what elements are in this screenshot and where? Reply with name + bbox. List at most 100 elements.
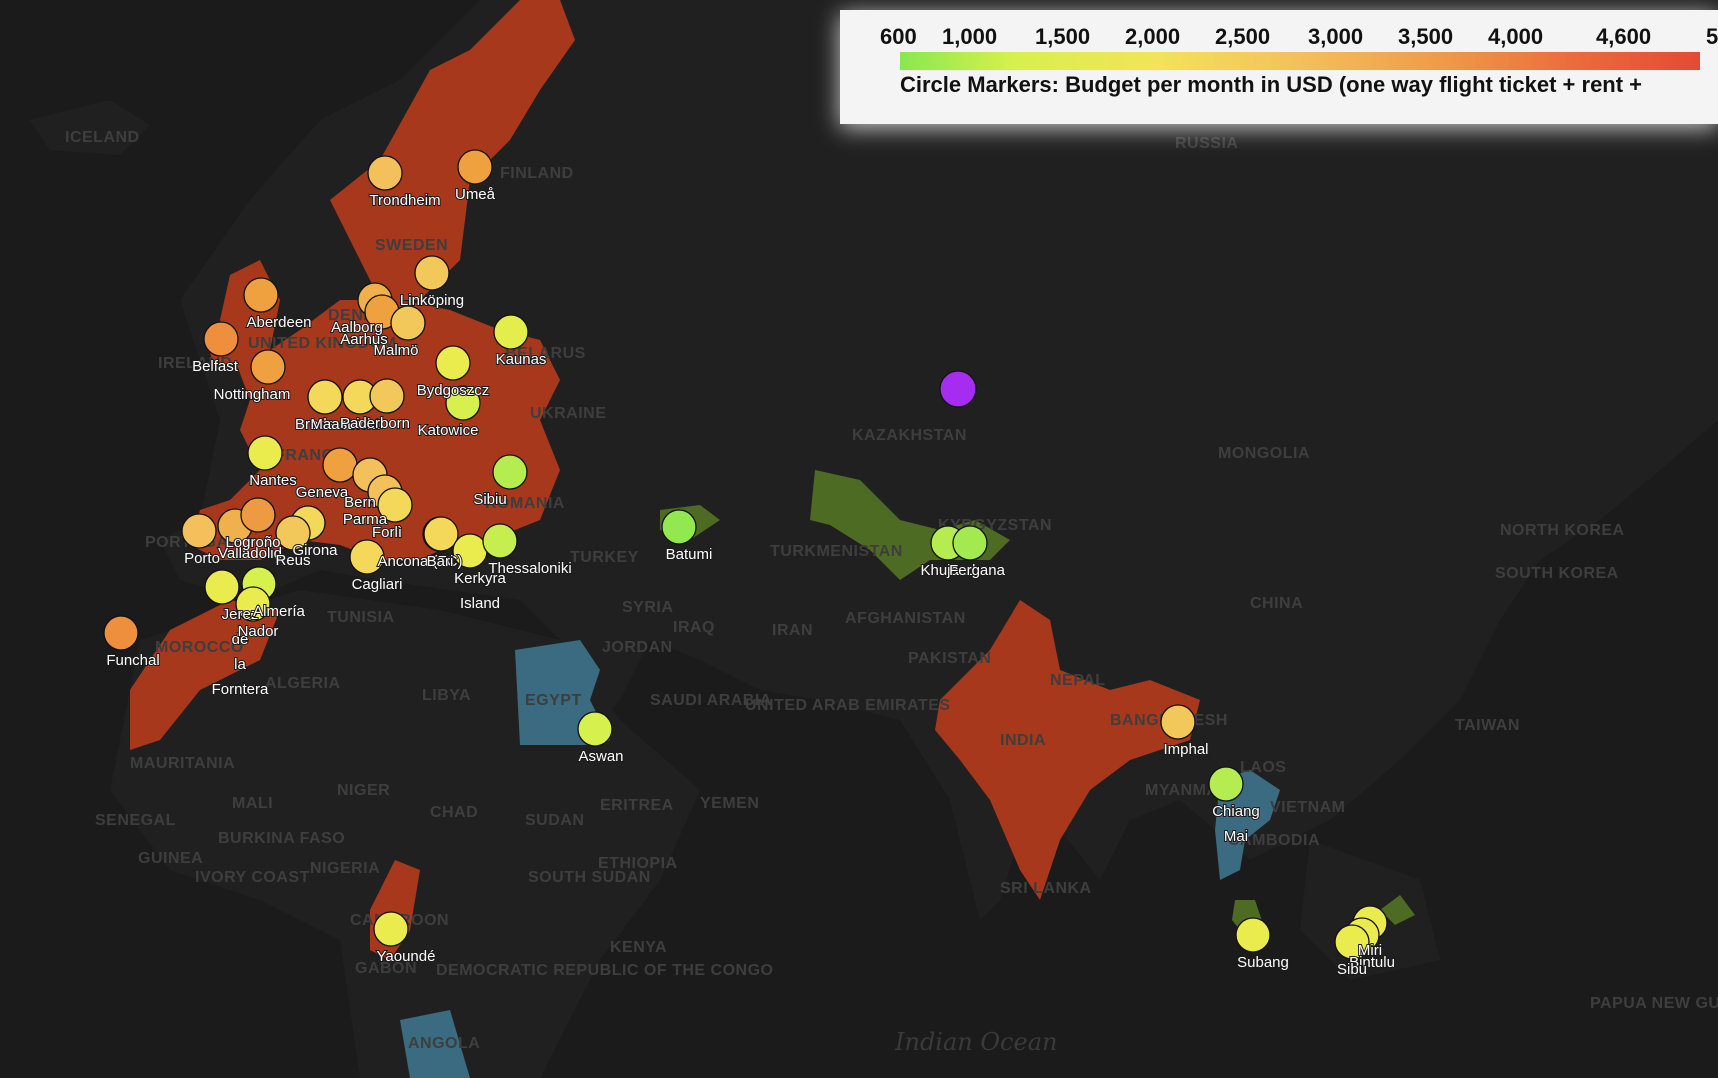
city-marker[interactable] [390, 305, 426, 341]
country-label: SRI LANKA [1000, 880, 1092, 897]
country-label: PAKISTAN [908, 650, 991, 667]
city-label: Geneva [296, 484, 349, 501]
city-marker[interactable] [181, 513, 217, 549]
country-label: CHAD [430, 804, 478, 821]
city-marker[interactable] [243, 277, 279, 313]
country-label: INDIA [1000, 732, 1046, 749]
city-marker[interactable] [482, 523, 518, 559]
city-marker[interactable] [322, 447, 358, 483]
city-label: Aswan [578, 748, 623, 765]
city-marker[interactable] [247, 435, 283, 471]
city-marker[interactable] [307, 379, 343, 415]
city-label: Paderborn [340, 415, 410, 432]
city-marker[interactable] [103, 615, 139, 651]
city-label: Yaoundé [377, 948, 436, 965]
city-label: Porto [184, 550, 220, 567]
legend-color-bar [900, 52, 1700, 70]
country-label: MONGOLIA [1218, 445, 1310, 462]
city-label: Subang [1237, 954, 1289, 971]
city-marker[interactable] [493, 314, 529, 350]
city-label: Forlì [372, 524, 402, 541]
city-marker[interactable] [1208, 766, 1244, 802]
country-label: AFGHANISTAN [845, 610, 966, 627]
city-marker[interactable] [435, 345, 471, 381]
city-marker[interactable] [661, 509, 697, 545]
city-label: Nottingham [214, 386, 291, 403]
country-label: KAZAKHSTAN [852, 427, 967, 444]
country-label: IRAQ [673, 619, 715, 636]
country-label: NEPAL [1050, 672, 1106, 689]
city-label: Nador [238, 623, 279, 640]
country-label: BURKINA FASO [218, 830, 345, 847]
country-label: TAIWAN [1455, 717, 1520, 734]
city-marker[interactable] [952, 525, 988, 561]
country-label: SOUTH KOREA [1495, 565, 1619, 582]
city-label: Thessaloniki [488, 560, 571, 577]
legend-tick: 4,000 [1488, 24, 1544, 49]
country-label: VIETNAM [1270, 799, 1346, 816]
city-marker[interactable] [369, 378, 405, 414]
city-marker[interactable] [577, 711, 613, 747]
country-label: JORDAN [602, 639, 673, 656]
country-label: UNITED ARAB EMIRATES [745, 697, 951, 714]
world-map[interactable]: ICELAND FINLAND SWEDEN DENMARK IRELAND U… [0, 0, 1718, 1078]
legend-tick: 3,500 [1398, 24, 1454, 49]
country-label: SUDAN [525, 812, 584, 829]
city-marker[interactable] [250, 349, 286, 385]
city-label: Cagliari [352, 576, 403, 593]
city-marker[interactable] [457, 149, 493, 185]
city-marker[interactable] [204, 569, 240, 605]
city-marker[interactable] [492, 454, 528, 490]
city-label: Umeå [455, 186, 496, 203]
country-label: RUSSIA [1175, 135, 1238, 152]
country-label: SYRIA [622, 599, 673, 616]
country-label: SENEGAL [95, 812, 176, 829]
sea-label: Indian Ocean [894, 1028, 1057, 1056]
city-label: Linköping [400, 292, 464, 309]
city-marker[interactable] [1160, 704, 1196, 740]
city-label: Reus [275, 552, 310, 569]
country-label: NIGER [337, 782, 390, 799]
country-label: TURKEY [570, 549, 639, 566]
country-label: LAOS [1240, 759, 1286, 776]
city-marker[interactable] [367, 155, 403, 191]
country-label: UKRAINE [530, 405, 606, 422]
country-label: YEMEN [700, 795, 759, 812]
legend-tick: 2,500 [1215, 24, 1271, 49]
country-label: ALGERIA [265, 675, 341, 692]
country-label: ETHIOPIA [598, 855, 678, 872]
city-label: Trondheim [369, 192, 440, 209]
legend-tick: 1,500 [1035, 24, 1091, 49]
legend-title: Circle Markers: Budget per month in USD … [900, 72, 1643, 97]
legend-tick: 4,600 [1596, 24, 1652, 49]
purple-marker[interactable] [939, 370, 977, 408]
city-marker[interactable] [423, 516, 459, 552]
country-label: TUNISIA [327, 609, 395, 626]
legend-panel: 600 1,000 1,500 2,000 2,500 3,000 3,500 … [840, 10, 1718, 124]
country-label: DEMOCRATIC REPUBLIC OF THE CONGO [436, 962, 773, 979]
city-marker[interactable] [1235, 917, 1271, 953]
city-label: Nantes [249, 472, 297, 489]
country-label: SWEDEN [375, 237, 448, 254]
city-marker[interactable] [414, 255, 450, 291]
country-label: FINLAND [500, 165, 574, 182]
country-label: ERITREA [600, 797, 674, 814]
legend-tick: 3,000 [1308, 24, 1364, 49]
legend-tick: 1,000 [942, 24, 998, 49]
country-label: GUINEA [138, 850, 203, 867]
legend-tick: 2,000 [1125, 24, 1181, 49]
country-label: TURKMENISTAN [770, 543, 903, 560]
city-label: Batumi [666, 546, 713, 563]
city-marker[interactable] [240, 497, 276, 533]
city-label: Bydgoszcz [417, 382, 490, 399]
country-label: NIGERIA [310, 860, 380, 877]
country-label: IRAN [772, 622, 813, 639]
country-label: LIBYA [422, 687, 471, 704]
city-marker[interactable] [203, 321, 239, 357]
country-label: IVORY COAST [195, 869, 310, 886]
country-label: ANGOLA [408, 1035, 480, 1052]
city-label: Malmö [373, 342, 418, 359]
city-label: Fergana [949, 562, 1006, 579]
city-label: Aberdeen [246, 314, 311, 331]
city-marker[interactable] [373, 911, 409, 947]
